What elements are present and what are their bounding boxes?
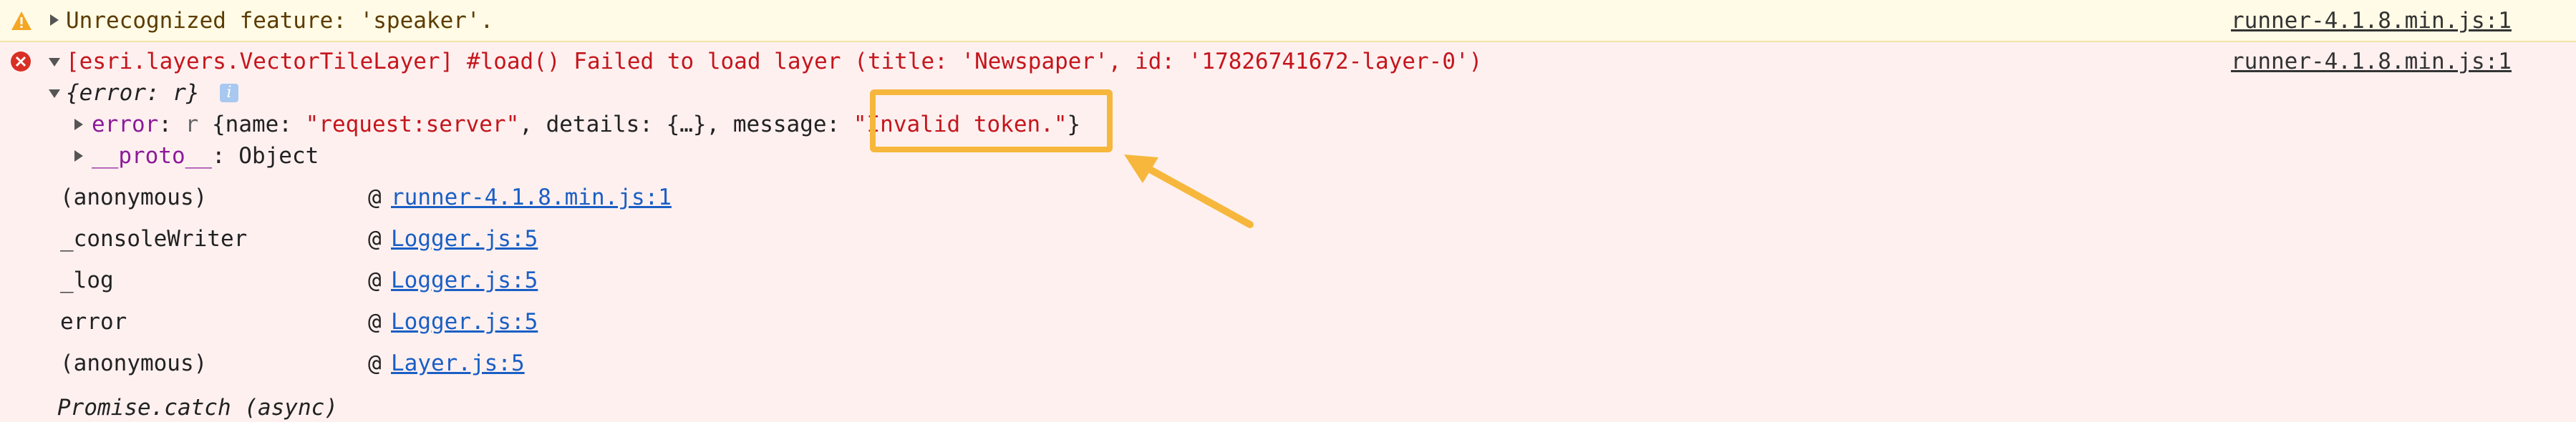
warning-source-link[interactable]: runner-4.1.8.min.js:1 <box>2231 6 2512 35</box>
property-separator: : <box>158 112 185 137</box>
stack-fn-1: _consoleWriter <box>60 226 248 252</box>
stack-at-2: @ <box>368 268 382 293</box>
stack-link-1[interactable]: Logger.js:5 <box>391 225 538 253</box>
object-root[interactable]: {error: r} <box>66 79 200 107</box>
stack-link-4[interactable]: Layer.js:5 <box>391 349 525 378</box>
expand-error-property-chevron-icon[interactable] <box>74 119 83 130</box>
name-value: "request:server" <box>305 112 520 137</box>
stack-at-1: @ <box>368 226 382 252</box>
stack-link-3[interactable]: Logger.js:5 <box>391 308 538 336</box>
annotation-highlight-box <box>870 89 1113 152</box>
expand-warning-chevron-icon[interactable] <box>50 14 59 26</box>
async-label: Promise.catch (async) <box>57 395 338 421</box>
collapse-object-chevron-icon[interactable] <box>49 89 60 98</box>
annotation-arrow-icon <box>1124 154 1254 228</box>
property-key-error: error <box>92 112 159 137</box>
stack-fn-2: _log <box>60 268 114 293</box>
details-text: , details: {…}, message: <box>519 112 853 137</box>
stack-fn-0: (anonymous) <box>60 185 208 210</box>
info-icon[interactable]: i <box>220 84 238 102</box>
error-message-block <box>0 42 2576 421</box>
stack-fn-4: (anonymous) <box>60 350 208 376</box>
warning-triangle-icon <box>11 11 32 30</box>
proto-key: __proto__ <box>92 143 212 169</box>
warning-message-row[interactable]: Unrecognized feature: 'speaker'. runner-… <box>0 0 2576 42</box>
stack-at-3: @ <box>368 309 382 335</box>
warning-text: Unrecognized feature: 'speaker'. <box>66 8 494 34</box>
stack-at-4: @ <box>368 350 382 376</box>
stack-link-2[interactable]: Logger.js:5 <box>391 266 538 295</box>
property-open: {name: <box>198 112 306 137</box>
stack-link-0[interactable]: runner-4.1.8.min.js:1 <box>391 183 672 212</box>
property-type: r <box>185 112 199 137</box>
error-text: [esri.layers.VectorTileLayer] #load() Fa… <box>66 49 1483 74</box>
collapse-error-chevron-icon[interactable] <box>49 58 60 67</box>
error-source-link[interactable]: runner-4.1.8.min.js:1 <box>2231 47 2512 76</box>
stack-fn-3: error <box>60 309 127 335</box>
proto-property-line[interactable]: __proto__: Object <box>92 142 319 170</box>
expand-proto-chevron-icon[interactable] <box>74 150 83 162</box>
error-circle-icon <box>11 51 31 72</box>
stack-at-0: @ <box>368 185 382 210</box>
proto-value: : Object <box>211 143 319 169</box>
